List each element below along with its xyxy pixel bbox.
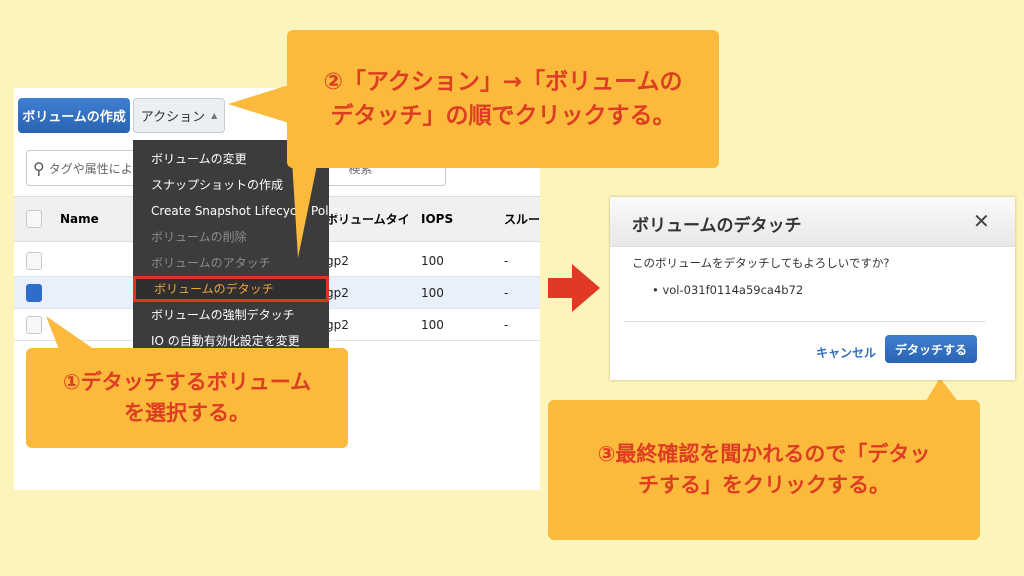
dialog-title: ボリュームのデタッチ bbox=[632, 216, 802, 236]
callout2-pointer-down bbox=[292, 160, 318, 258]
callout2-pointer-left bbox=[228, 84, 292, 124]
callout-step2: ②「アクション」→「ボリュームの デタッチ」の順でクリックする。 bbox=[287, 30, 719, 168]
confirm-detach-button[interactable]: デタッチする bbox=[885, 335, 977, 363]
volume-id: • vol-031f0114a59ca4b72 bbox=[652, 283, 804, 297]
callout-step1: ①デタッチするボリューム を選択する。 bbox=[26, 348, 348, 448]
callout1-pointer-up bbox=[46, 316, 98, 352]
cancel-link[interactable]: キャンセル bbox=[816, 344, 876, 361]
right-arrow-icon bbox=[548, 264, 600, 312]
detach-volume-dialog: ボリュームのデタッチ ✕ このボリュームをデタッチしてもよろしいですか? • v… bbox=[610, 197, 1015, 380]
close-icon[interactable]: ✕ bbox=[973, 209, 990, 233]
dialog-header: ボリュームのデタッチ ✕ bbox=[610, 197, 1015, 247]
callout-step3: ③最終確認を聞かれるので「デタッ チする」をクリックする。 bbox=[548, 400, 980, 540]
dialog-divider bbox=[624, 321, 986, 322]
dialog-message: このボリュームをデタッチしてもよろしいですか? bbox=[632, 256, 890, 270]
volume-id-text: vol-031f0114a59ca4b72 bbox=[662, 283, 804, 297]
